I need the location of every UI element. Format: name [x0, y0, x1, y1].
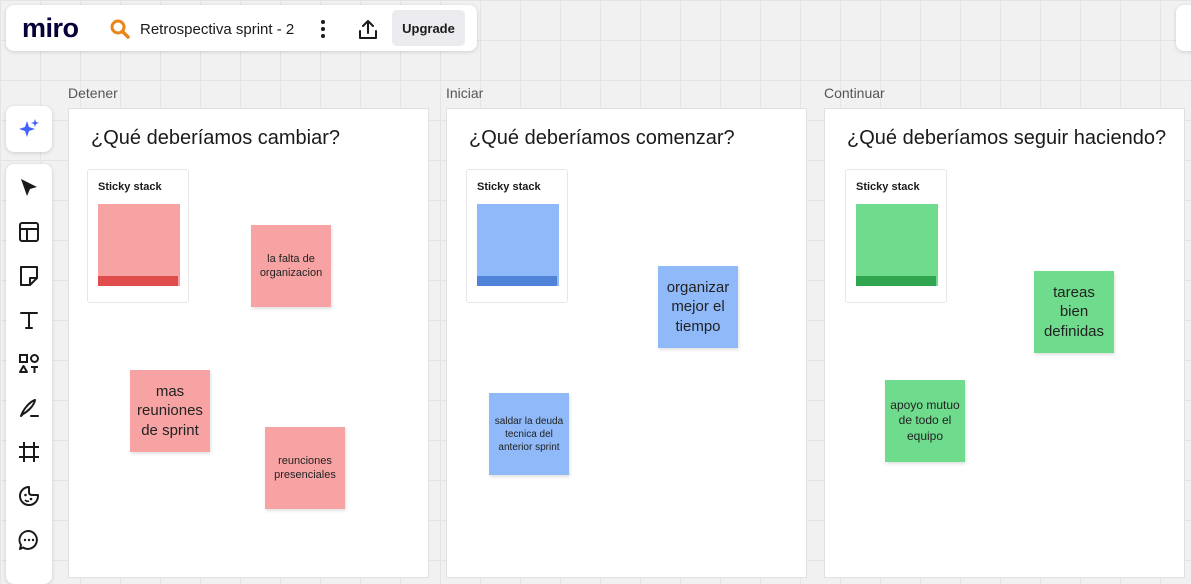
sparkle-ai-icon: [19, 119, 39, 137]
frame-title: ¿Qué deberíamos cambiar?: [91, 127, 341, 149]
select-cursor-icon[interactable]: [17, 176, 41, 200]
sticky-stack-label: Sticky stack: [856, 181, 920, 193]
sticky-note[interactable]: apoyo mutuo de todo el equipo: [885, 380, 965, 462]
sticky-note-icon[interactable]: [17, 264, 41, 288]
sticky-note[interactable]: tareas bien definidas: [1034, 271, 1114, 353]
sticky-stack-preview: [98, 204, 180, 286]
sticky-stack-label: Sticky stack: [477, 181, 541, 193]
ai-assist-button[interactable]: [6, 106, 52, 152]
templates-icon[interactable]: [17, 220, 41, 244]
frame-icon[interactable]: [17, 440, 41, 464]
sticky-note[interactable]: reunciones presenciales: [265, 427, 345, 509]
kebab-menu-icon[interactable]: [315, 17, 331, 41]
sticky-note[interactable]: organizar mejor el tiempo: [658, 266, 738, 348]
miro-logo[interactable]: miro: [22, 13, 79, 44]
upgrade-button[interactable]: Upgrade: [392, 10, 465, 46]
text-icon[interactable]: [17, 308, 41, 332]
frame-iniciar[interactable]: ¿Qué deberíamos comenzar? Sticky stack o…: [446, 108, 807, 578]
frame-label-continuar[interactable]: Continuar: [824, 85, 885, 101]
board-title[interactable]: Retrospectiva sprint - 2: [140, 21, 294, 38]
frame-label-iniciar[interactable]: Iniciar: [446, 85, 483, 101]
sticky-stack[interactable]: Sticky stack: [845, 169, 947, 303]
magnifier-icon[interactable]: [109, 18, 131, 40]
right-toolbar-edge[interactable]: [1176, 5, 1191, 51]
sticky-note[interactable]: la falta de organizacion: [251, 225, 331, 307]
share-upload-icon[interactable]: [356, 18, 380, 42]
comment-icon[interactable]: [17, 528, 41, 552]
shapes-icon[interactable]: [17, 352, 41, 376]
left-toolbar: [6, 164, 52, 584]
frame-detener[interactable]: ¿Qué deberíamos cambiar? Sticky stack la…: [68, 108, 429, 578]
frame-title: ¿Qué deberíamos comenzar?: [469, 127, 735, 149]
sticky-note[interactable]: mas reuniones de sprint: [130, 370, 210, 452]
top-bar: miro Retrospectiva sprint - 2 Upgrade: [6, 5, 477, 51]
sticky-stack[interactable]: Sticky stack: [466, 169, 568, 303]
sticky-stack-preview: [477, 204, 559, 286]
sticky-stack-label: Sticky stack: [98, 181, 162, 193]
sticky-stack[interactable]: Sticky stack: [87, 169, 189, 303]
sticker-emoji-icon[interactable]: [17, 484, 41, 508]
frame-title: ¿Qué deberíamos seguir haciendo?: [847, 127, 1167, 149]
pen-icon[interactable]: [17, 396, 41, 420]
sticky-note[interactable]: saldar la deuda tecnica del anterior spr…: [489, 393, 569, 475]
frame-label-detener[interactable]: Detener: [68, 85, 118, 101]
sticky-stack-preview: [856, 204, 938, 286]
frame-continuar[interactable]: ¿Qué deberíamos seguir haciendo? Sticky …: [824, 108, 1185, 578]
